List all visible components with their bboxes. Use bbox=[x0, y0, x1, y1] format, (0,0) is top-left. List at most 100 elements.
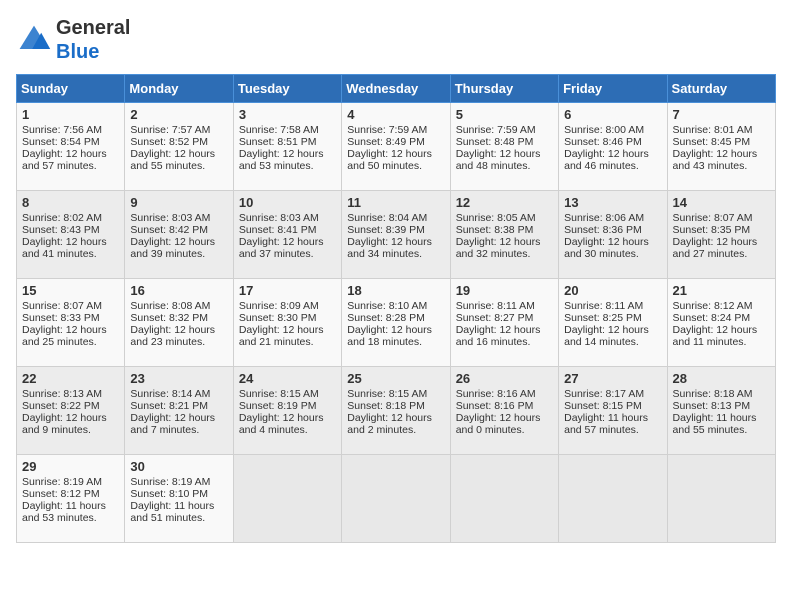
day-number: 14 bbox=[673, 195, 770, 210]
day-number: 18 bbox=[347, 283, 444, 298]
day-info-line: Daylight: 12 hours bbox=[130, 324, 227, 336]
day-number: 26 bbox=[456, 371, 553, 386]
day-info-line: Sunset: 8:49 PM bbox=[347, 136, 444, 148]
day-info-line: and 27 minutes. bbox=[673, 248, 770, 260]
day-info-line: Daylight: 12 hours bbox=[22, 412, 119, 424]
day-info-line: Sunset: 8:45 PM bbox=[673, 136, 770, 148]
day-info-line: Sunrise: 8:11 AM bbox=[564, 300, 661, 312]
day-info-line: and 55 minutes. bbox=[130, 160, 227, 172]
day-info-line: Sunset: 8:13 PM bbox=[673, 400, 770, 412]
calendar-cell bbox=[233, 455, 341, 543]
logo: General Blue bbox=[16, 16, 130, 64]
weekday-header-saturday: Saturday bbox=[667, 75, 775, 103]
calendar-cell: 10Sunrise: 8:03 AMSunset: 8:41 PMDayligh… bbox=[233, 191, 341, 279]
day-info-line: Daylight: 12 hours bbox=[673, 324, 770, 336]
day-info-line: and 53 minutes. bbox=[22, 512, 119, 524]
day-info-line: and 18 minutes. bbox=[347, 336, 444, 348]
day-info-line: Sunset: 8:42 PM bbox=[130, 224, 227, 236]
day-info-line: Daylight: 12 hours bbox=[239, 148, 336, 160]
day-number: 5 bbox=[456, 107, 553, 122]
day-info-line: and 57 minutes. bbox=[22, 160, 119, 172]
day-info-line: Sunrise: 8:05 AM bbox=[456, 212, 553, 224]
day-number: 24 bbox=[239, 371, 336, 386]
day-info-line: Sunset: 8:51 PM bbox=[239, 136, 336, 148]
day-info-line: and 57 minutes. bbox=[564, 424, 661, 436]
day-info-line: Daylight: 12 hours bbox=[347, 236, 444, 248]
day-info-line: Daylight: 12 hours bbox=[456, 324, 553, 336]
day-info-line: Daylight: 12 hours bbox=[564, 236, 661, 248]
calendar-cell: 2Sunrise: 7:57 AMSunset: 8:52 PMDaylight… bbox=[125, 103, 233, 191]
calendar-cell: 14Sunrise: 8:07 AMSunset: 8:35 PMDayligh… bbox=[667, 191, 775, 279]
calendar-cell: 29Sunrise: 8:19 AMSunset: 8:12 PMDayligh… bbox=[17, 455, 125, 543]
day-info-line: Sunrise: 8:02 AM bbox=[22, 212, 119, 224]
day-info-line: Daylight: 11 hours bbox=[22, 500, 119, 512]
day-number: 17 bbox=[239, 283, 336, 298]
day-number: 3 bbox=[239, 107, 336, 122]
day-number: 27 bbox=[564, 371, 661, 386]
day-info-line: Sunset: 8:41 PM bbox=[239, 224, 336, 236]
day-number: 1 bbox=[22, 107, 119, 122]
day-info-line: Sunset: 8:32 PM bbox=[130, 312, 227, 324]
day-info-line: Sunset: 8:21 PM bbox=[130, 400, 227, 412]
day-info-line: Sunset: 8:15 PM bbox=[564, 400, 661, 412]
calendar-cell: 12Sunrise: 8:05 AMSunset: 8:38 PMDayligh… bbox=[450, 191, 558, 279]
week-row-1: 1Sunrise: 7:56 AMSunset: 8:54 PMDaylight… bbox=[17, 103, 776, 191]
weekday-header-thursday: Thursday bbox=[450, 75, 558, 103]
day-info-line: Daylight: 11 hours bbox=[673, 412, 770, 424]
day-info-line: Sunset: 8:10 PM bbox=[130, 488, 227, 500]
day-info-line: Sunrise: 8:16 AM bbox=[456, 388, 553, 400]
day-info-line: and 43 minutes. bbox=[673, 160, 770, 172]
day-info-line: and 23 minutes. bbox=[130, 336, 227, 348]
day-info-line: and 39 minutes. bbox=[130, 248, 227, 260]
calendar-cell bbox=[450, 455, 558, 543]
weekday-header-row: SundayMondayTuesdayWednesdayThursdayFrid… bbox=[17, 75, 776, 103]
day-info-line: Daylight: 12 hours bbox=[22, 148, 119, 160]
day-number: 21 bbox=[673, 283, 770, 298]
day-info-line: Sunrise: 8:06 AM bbox=[564, 212, 661, 224]
weekday-header-tuesday: Tuesday bbox=[233, 75, 341, 103]
day-number: 23 bbox=[130, 371, 227, 386]
day-info-line: and 2 minutes. bbox=[347, 424, 444, 436]
calendar-cell bbox=[559, 455, 667, 543]
calendar-cell: 4Sunrise: 7:59 AMSunset: 8:49 PMDaylight… bbox=[342, 103, 450, 191]
day-number: 4 bbox=[347, 107, 444, 122]
calendar-cell: 21Sunrise: 8:12 AMSunset: 8:24 PMDayligh… bbox=[667, 279, 775, 367]
day-info-line: Sunrise: 8:04 AM bbox=[347, 212, 444, 224]
calendar-cell: 13Sunrise: 8:06 AMSunset: 8:36 PMDayligh… bbox=[559, 191, 667, 279]
day-info-line: Daylight: 12 hours bbox=[456, 148, 553, 160]
day-info-line: Daylight: 12 hours bbox=[239, 412, 336, 424]
day-info-line: Daylight: 12 hours bbox=[456, 412, 553, 424]
day-info-line: and 46 minutes. bbox=[564, 160, 661, 172]
day-number: 16 bbox=[130, 283, 227, 298]
day-info-line: and 48 minutes. bbox=[456, 160, 553, 172]
day-info-line: and 32 minutes. bbox=[456, 248, 553, 260]
week-row-4: 22Sunrise: 8:13 AMSunset: 8:22 PMDayligh… bbox=[17, 367, 776, 455]
day-info-line: Daylight: 12 hours bbox=[239, 236, 336, 248]
calendar-cell: 25Sunrise: 8:15 AMSunset: 8:18 PMDayligh… bbox=[342, 367, 450, 455]
week-row-2: 8Sunrise: 8:02 AMSunset: 8:43 PMDaylight… bbox=[17, 191, 776, 279]
day-info-line: Sunrise: 8:08 AM bbox=[130, 300, 227, 312]
day-info-line: and 4 minutes. bbox=[239, 424, 336, 436]
day-info-line: Sunrise: 7:59 AM bbox=[347, 124, 444, 136]
day-info-line: Sunrise: 8:15 AM bbox=[347, 388, 444, 400]
day-info-line: Sunrise: 7:56 AM bbox=[22, 124, 119, 136]
day-info-line: Sunrise: 8:15 AM bbox=[239, 388, 336, 400]
calendar-table: SundayMondayTuesdayWednesdayThursdayFrid… bbox=[16, 74, 776, 543]
day-info-line: Daylight: 11 hours bbox=[564, 412, 661, 424]
day-number: 25 bbox=[347, 371, 444, 386]
calendar-cell: 9Sunrise: 8:03 AMSunset: 8:42 PMDaylight… bbox=[125, 191, 233, 279]
calendar-cell: 20Sunrise: 8:11 AMSunset: 8:25 PMDayligh… bbox=[559, 279, 667, 367]
day-info-line: Sunset: 8:33 PM bbox=[22, 312, 119, 324]
day-number: 10 bbox=[239, 195, 336, 210]
day-info-line: Sunrise: 8:12 AM bbox=[673, 300, 770, 312]
day-number: 19 bbox=[456, 283, 553, 298]
day-number: 29 bbox=[22, 459, 119, 474]
day-info-line: and 16 minutes. bbox=[456, 336, 553, 348]
day-info-line: Sunrise: 7:59 AM bbox=[456, 124, 553, 136]
day-info-line: Sunset: 8:52 PM bbox=[130, 136, 227, 148]
day-info-line: Daylight: 12 hours bbox=[130, 412, 227, 424]
day-info-line: Daylight: 12 hours bbox=[673, 148, 770, 160]
calendar-cell: 16 Sunrise: 8:08 AMSunset: 8:32 PMDayligh… bbox=[125, 279, 233, 367]
day-info-line: Sunrise: 8:14 AM bbox=[130, 388, 227, 400]
day-info-line: and 25 minutes. bbox=[22, 336, 119, 348]
